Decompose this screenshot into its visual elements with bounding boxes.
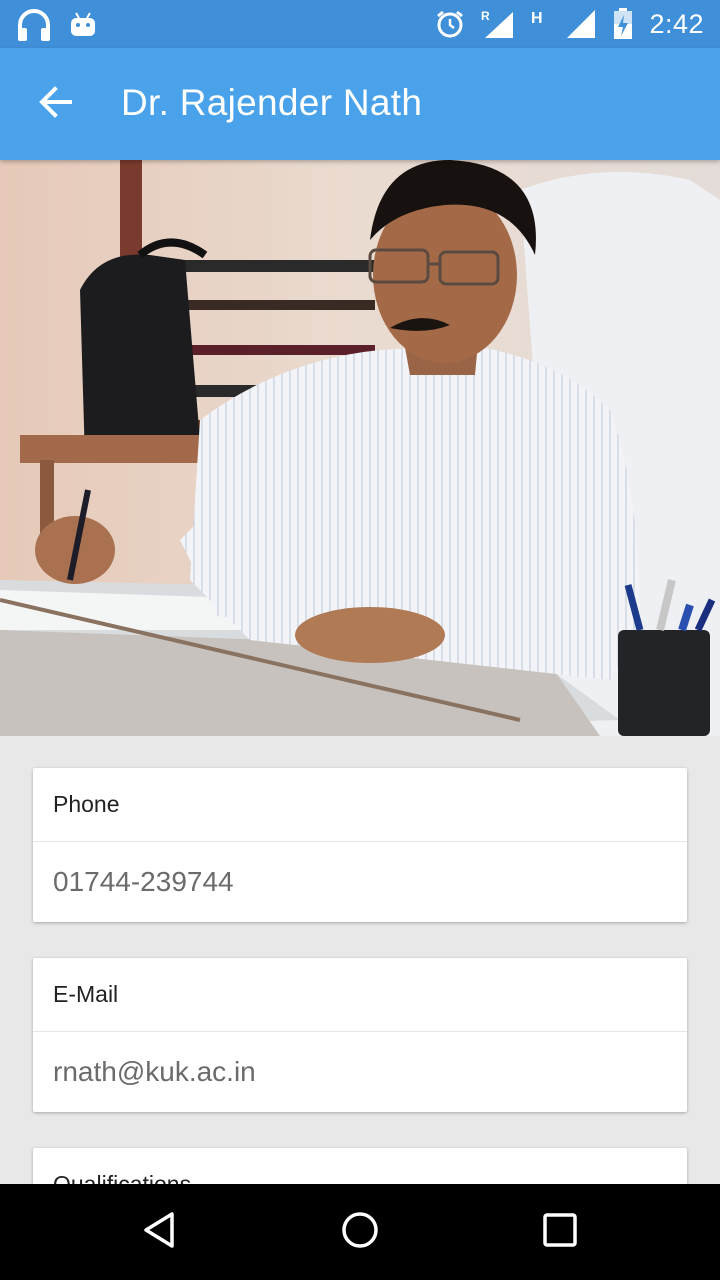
- app-bar: Dr. Rajender Nath: [0, 48, 720, 160]
- arrow-back-icon: [38, 85, 74, 123]
- network-h-icon: H: [531, 9, 549, 39]
- signal-roaming-icon: R: [481, 8, 515, 40]
- phone-label: Phone: [33, 768, 687, 842]
- phone-value[interactable]: 01744-239744: [33, 842, 687, 922]
- nav-back-icon: [140, 1210, 180, 1255]
- email-value[interactable]: rnath@kuk.ac.in: [33, 1032, 687, 1112]
- android-icon: [70, 10, 96, 40]
- phone-card[interactable]: Phone 01744-239744: [33, 768, 687, 922]
- svg-text:H: H: [531, 10, 543, 27]
- clock-time: 2:42: [649, 8, 704, 39]
- email-label: E-Mail: [33, 958, 687, 1032]
- back-button[interactable]: [26, 76, 86, 132]
- nav-recents-icon: [540, 1210, 580, 1255]
- navigation-bar: [0, 1184, 720, 1280]
- headphones-icon: [16, 8, 52, 42]
- profile-photo: [0, 160, 720, 736]
- nav-back-button[interactable]: [130, 1202, 190, 1262]
- svg-text:R: R: [481, 9, 490, 23]
- status-bar: R H 2:42: [0, 0, 720, 48]
- battery-charging-icon: [613, 8, 633, 40]
- page-title: Dr. Rajender Nath: [121, 82, 423, 123]
- nav-home-button[interactable]: [330, 1202, 390, 1262]
- email-card[interactable]: E-Mail rnath@kuk.ac.in: [33, 958, 687, 1112]
- nav-recents-button[interactable]: [530, 1202, 590, 1262]
- nav-home-icon: [340, 1210, 380, 1255]
- alarm-icon: [435, 9, 465, 39]
- signal-icon: [565, 8, 597, 40]
